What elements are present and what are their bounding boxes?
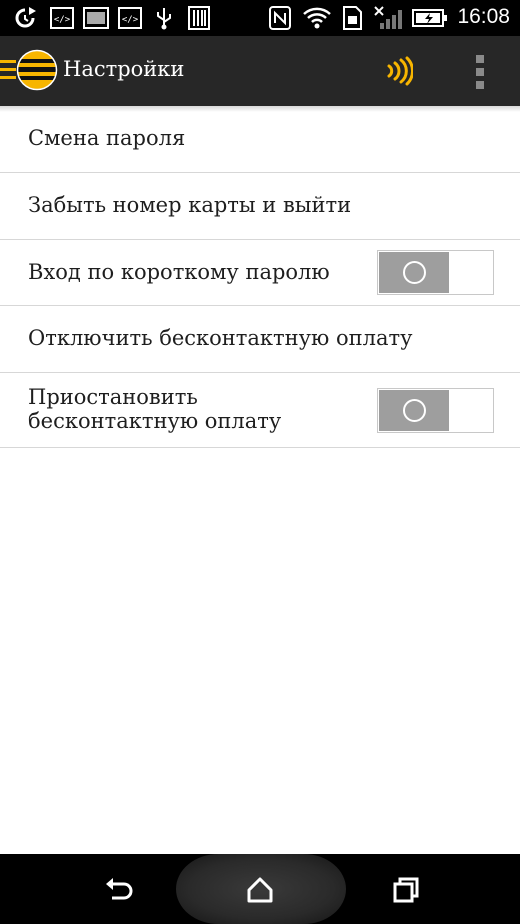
usb-icon	[153, 6, 175, 30]
toggle-knob	[379, 390, 449, 431]
status-bar: </> </> 16:08	[0, 0, 520, 36]
toggle-off-icon	[403, 261, 426, 284]
sync-icon	[12, 6, 38, 30]
svg-text:</>: </>	[54, 15, 71, 25]
page-title: Настройки	[63, 57, 185, 81]
app-bar: Настройки	[0, 36, 520, 106]
settings-item-change-password[interactable]: Смена пароля	[0, 106, 520, 173]
dev-code-icon: </>	[118, 6, 142, 30]
status-time: 16:08	[457, 5, 510, 28]
settings-item-disable-contactless[interactable]: Отключить бесконтактную оплату	[0, 306, 520, 373]
image-icon	[83, 6, 109, 30]
navigation-bar	[0, 854, 520, 924]
toggle-knob	[379, 252, 449, 293]
settings-item-label-line1: Приостановить	[28, 385, 198, 409]
recents-icon[interactable]	[388, 872, 424, 908]
barcode-icon	[188, 6, 210, 30]
wifi-icon	[302, 6, 332, 30]
overflow-menu-icon[interactable]	[470, 55, 490, 89]
settings-list: Смена пароля Забыть номер карты и выйти …	[0, 106, 520, 448]
short-password-toggle[interactable]	[377, 250, 494, 295]
toggle-off-icon	[403, 399, 426, 422]
sim-icon	[340, 6, 364, 30]
settings-item-label: Отключить бесконтактную оплату	[28, 326, 413, 350]
svg-text:</>: </>	[122, 15, 139, 25]
home-icon[interactable]	[242, 872, 278, 908]
settings-item-short-password: Вход по короткому паролю	[0, 240, 520, 306]
suspend-contactless-toggle[interactable]	[377, 388, 494, 433]
drawer-menu-icon[interactable]	[0, 60, 16, 82]
contactless-icon[interactable]	[383, 56, 414, 86]
back-icon[interactable]	[100, 872, 136, 908]
settings-item-suspend-contactless: Приостановить бесконтактную оплату	[0, 373, 520, 448]
settings-item-label: Смена пароля	[28, 126, 186, 150]
settings-item-forget-card[interactable]: Забыть номер карты и выйти	[0, 173, 520, 240]
dev-code-icon: </>	[50, 6, 74, 30]
signal-icon	[372, 6, 406, 30]
settings-item-label: Вход по короткому паролю	[28, 260, 330, 284]
battery-charging-icon	[412, 6, 448, 30]
settings-item-label: Забыть номер карты и выйти	[28, 193, 352, 217]
settings-item-label-line2: бесконтактную оплату	[28, 409, 282, 433]
nfc-n-icon	[268, 6, 292, 30]
beeline-logo[interactable]	[16, 49, 58, 91]
